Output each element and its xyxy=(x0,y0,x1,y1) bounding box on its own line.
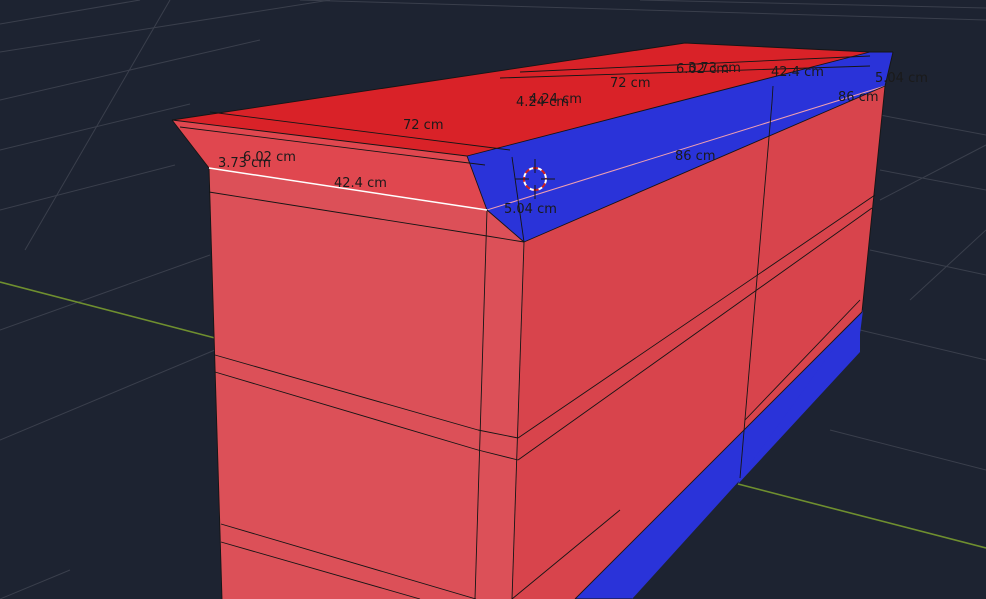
dimension-label: 4.24 cm xyxy=(516,95,569,110)
dimension-label: 72 cm xyxy=(403,118,444,133)
dimension-label: 5.04 cm xyxy=(504,202,557,217)
dimension-label: 86 cm xyxy=(675,149,716,164)
dimension-label: 5.04 cm xyxy=(875,71,928,86)
dimension-label: 42.4 cm xyxy=(771,65,824,80)
dimension-label: 42.4 cm xyxy=(334,176,387,191)
dimension-label: 72 cm xyxy=(610,76,651,91)
dimension-label: 86 cm xyxy=(838,90,879,105)
3d-viewport[interactable]: 72 cm 6.02 cm 3.73 cm 42.4 cm 4.24 cm 4.… xyxy=(0,0,986,599)
dimension-label: 3.73 cm xyxy=(688,61,741,76)
dimension-label: 3.73 cm xyxy=(218,156,271,171)
